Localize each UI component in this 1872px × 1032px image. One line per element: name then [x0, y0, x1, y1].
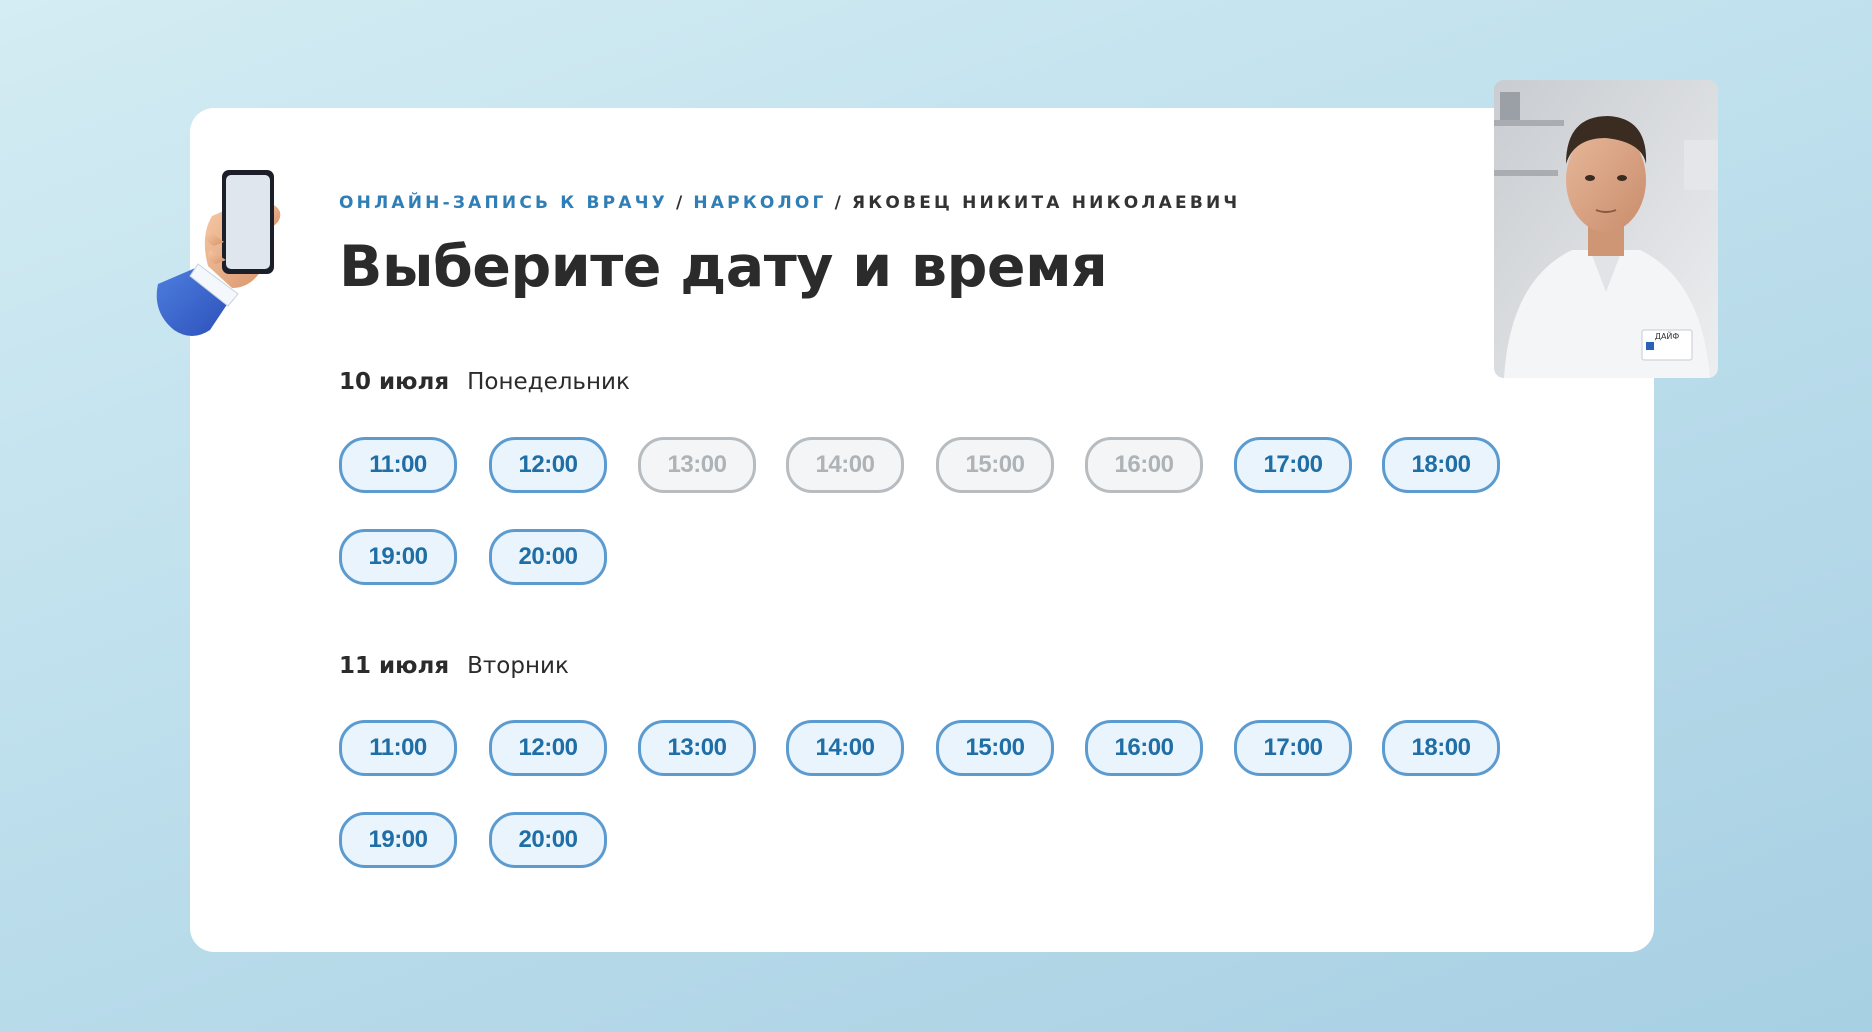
day-date: 10 июля: [339, 369, 450, 395]
time-slot-button[interactable]: 12:00: [489, 437, 607, 493]
time-slot-button[interactable]: 20:00: [489, 529, 607, 585]
time-slot-button[interactable]: 11:00: [339, 437, 457, 493]
time-slot-button[interactable]: 16:00: [1085, 720, 1203, 776]
time-slot-button-unavailable: 15:00: [936, 437, 1054, 493]
breadcrumb-specialty-link[interactable]: НАРКОЛОГ: [693, 193, 826, 213]
badge-text: ДАЙФ: [1655, 330, 1680, 341]
time-slot-button[interactable]: 17:00: [1234, 720, 1352, 776]
day-weekday: Понедельник: [467, 369, 630, 395]
day-heading-2: 11 июля Вторник: [339, 653, 569, 679]
breadcrumb: ОНЛАЙН-ЗАПИСЬ К ВРАЧУ / НАРКОЛОГ / ЯКОВЕЦ НИ…: [339, 193, 1240, 213]
doctor-video-thumbnail[interactable]: ДАЙФ: [1494, 80, 1718, 378]
time-slot-button[interactable]: 19:00: [339, 812, 457, 868]
time-slot-button[interactable]: 12:00: [489, 720, 607, 776]
day-weekday: Вторник: [467, 653, 569, 679]
time-slot-button[interactable]: 13:00: [638, 720, 756, 776]
breadcrumb-separator: /: [834, 193, 844, 213]
time-slot-button[interactable]: 20:00: [489, 812, 607, 868]
time-slot-button-unavailable: 13:00: [638, 437, 756, 493]
time-slot-button-unavailable: 16:00: [1085, 437, 1203, 493]
time-slot-button[interactable]: 11:00: [339, 720, 457, 776]
day-date: 11 июля: [339, 653, 450, 679]
day-heading-1: 10 июля Понедельник: [339, 369, 630, 395]
breadcrumb-online-booking-link[interactable]: ОНЛАЙН-ЗАПИСЬ К ВРАЧУ: [339, 193, 668, 213]
time-slot-button[interactable]: 14:00: [786, 720, 904, 776]
time-slot-button[interactable]: 15:00: [936, 720, 1054, 776]
page-title: Выберите дату и время: [339, 234, 1108, 300]
hand-holding-phone-icon: [156, 170, 281, 336]
time-slot-button[interactable]: 17:00: [1234, 437, 1352, 493]
time-slot-button[interactable]: 18:00: [1382, 437, 1500, 493]
time-slot-button[interactable]: 19:00: [339, 529, 457, 585]
breadcrumb-current-doctor: ЯКОВЕЦ НИКИТА НИКОЛАЕВИЧ: [852, 193, 1241, 213]
time-slot-button-unavailable: 14:00: [786, 437, 904, 493]
time-slot-button[interactable]: 18:00: [1382, 720, 1500, 776]
breadcrumb-separator: /: [675, 193, 686, 213]
